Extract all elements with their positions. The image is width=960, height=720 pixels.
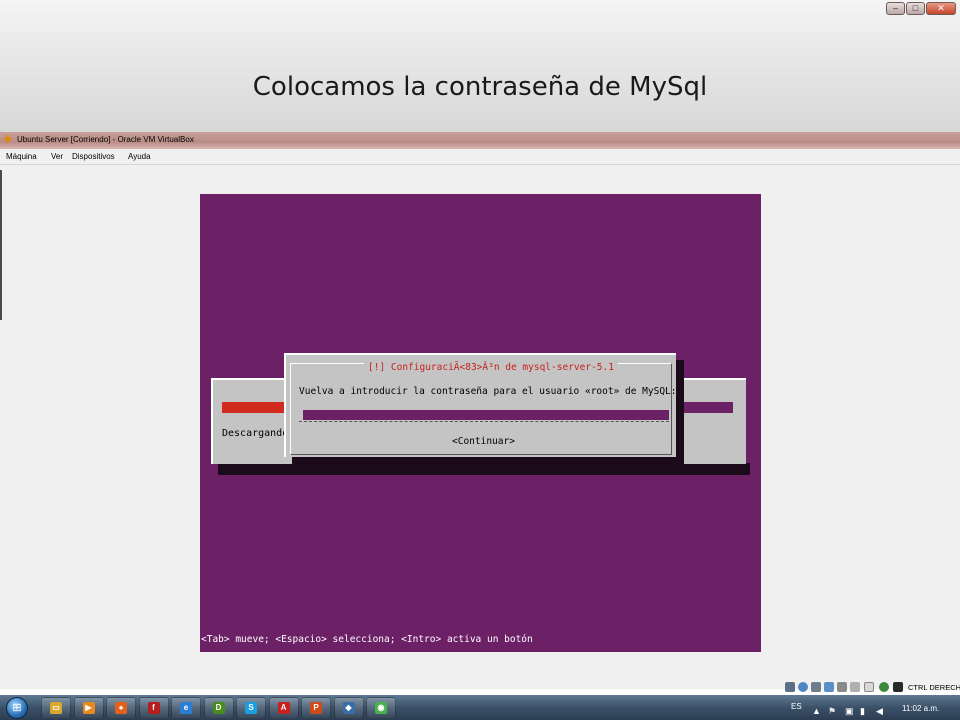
usb-icon[interactable] (811, 682, 821, 692)
progress-bar-track (677, 402, 733, 413)
optical-drive-icon[interactable] (798, 682, 808, 692)
taskbar-button-acrobat[interactable]: A (268, 697, 299, 718)
background-dialog-shadow (218, 463, 750, 475)
host-key-label: CTRL DERECHA (908, 683, 960, 692)
dreamweaver-icon: D (212, 702, 225, 714)
menu-dispositivos[interactable]: Dispositivos (72, 152, 115, 161)
dialog-title: [!] ConfiguraciÃ<83>Â³n de mysql-server-… (364, 362, 618, 373)
menu-ayuda[interactable]: Ayuda (128, 152, 151, 161)
internet-explorer-icon: e (180, 702, 192, 714)
dialog-frame: [!] ConfiguraciÃ<83>Â³n de mysql-server-… (290, 362, 677, 455)
volume-icon[interactable]: ◀ (876, 706, 883, 717)
taskbar-button-virtualbox[interactable]: ◆ (333, 697, 364, 718)
taskbar-button-dreamweaver[interactable]: D (203, 697, 234, 718)
continue-button[interactable]: <Continuar> (452, 436, 515, 447)
taskbar-button-flash[interactable]: f (138, 697, 169, 718)
window-left-edge (0, 170, 2, 320)
download-status-text: Descargando (222, 428, 289, 439)
start-button[interactable]: ⊞ (6, 697, 28, 719)
input-underline (299, 421, 669, 422)
keyboard-hint: <Tab> mueve; <Espacio> selecciona; <Intr… (201, 634, 533, 645)
menu-ver[interactable]: Ver (51, 152, 63, 161)
hard-disk-icon[interactable] (785, 682, 795, 692)
slide-header (0, 0, 960, 132)
virtualbox-app-icon: ✚ (3, 134, 13, 146)
taskbar-button-chrome[interactable]: ◉ (366, 697, 396, 718)
display-icon[interactable] (850, 682, 860, 692)
host-key-icon (893, 682, 903, 692)
menu-maquina[interactable]: Máquina (6, 152, 37, 161)
taskbar-button-powerpoint[interactable]: P (301, 697, 331, 718)
password-input[interactable] (303, 410, 669, 420)
maximize-button[interactable]: □ (906, 2, 925, 15)
flag-icon[interactable]: ⚑ (828, 706, 836, 717)
password-prompt: Vuelva a introducir la contraseña para e… (299, 386, 677, 397)
show-hidden-icons-icon[interactable]: ▲ (812, 706, 821, 716)
minimize-button[interactable]: – (886, 2, 905, 15)
window-title: Ubuntu Server [Corriendo] - Oracle VM Vi… (17, 135, 194, 144)
mouse-integration-icon[interactable] (879, 682, 889, 692)
taskbar-button-folder[interactable]: ▭ (41, 697, 71, 718)
virtualbox-icon: ◆ (342, 702, 355, 714)
menu-bar: Máquina Ver Dispositivos Ayuda (0, 149, 960, 165)
chrome-icon: ◉ (375, 702, 387, 714)
taskbar-button-internet-explorer[interactable]: e (171, 697, 201, 718)
signal-icon[interactable]: ▮ (860, 706, 865, 717)
password-dialog: [!] ConfiguraciÃ<83>Â³n de mysql-server-… (284, 353, 677, 457)
network-tray-icon[interactable]: ▣ (845, 706, 854, 717)
flash-icon: f (147, 702, 160, 714)
taskbar-button-media-player[interactable]: ▶ (73, 697, 104, 718)
skype-icon: S (245, 702, 257, 714)
window-titlebar[interactable]: ✚ Ubuntu Server [Corriendo] - Oracle VM … (0, 132, 960, 149)
firefox-icon: ● (115, 702, 127, 714)
progress-bar-fill (222, 402, 286, 413)
recording-icon[interactable] (864, 682, 874, 692)
shared-folders-icon[interactable] (837, 682, 847, 692)
powerpoint-icon: P (310, 702, 322, 714)
acrobat-icon: A (277, 702, 290, 714)
media-player-icon: ▶ (82, 702, 95, 714)
slide-title: Colocamos la contraseña de MySql (252, 72, 708, 102)
clock[interactable]: 11:02 a.m. (902, 704, 939, 713)
close-button[interactable]: ✕ (926, 2, 956, 15)
folder-icon: ▭ (50, 702, 62, 714)
language-indicator[interactable]: ES (791, 702, 802, 711)
taskbar-button-firefox[interactable]: ● (106, 697, 136, 718)
taskbar-button-skype[interactable]: S (236, 697, 266, 718)
network-icon[interactable] (824, 682, 834, 692)
